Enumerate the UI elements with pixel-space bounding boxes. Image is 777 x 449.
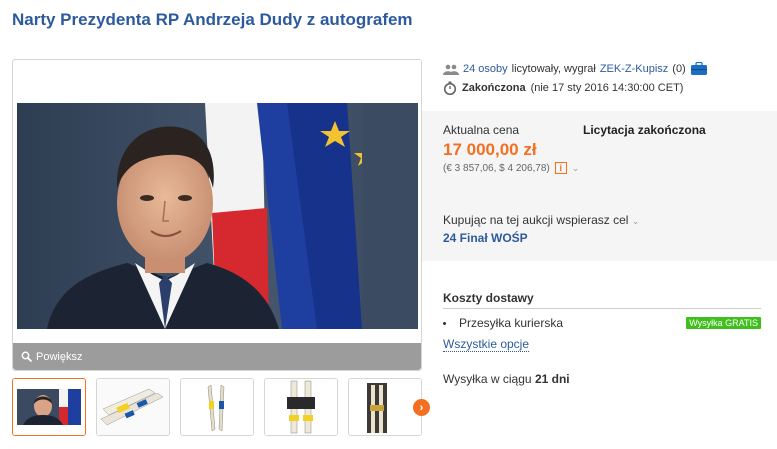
thumbnail-4[interactable] bbox=[264, 378, 338, 436]
shipping-option: Przesyłka kurierska Wysyłka GRATIS bbox=[443, 316, 761, 330]
bidders-info: 24 osoby licytowały, wygrał ZEK-Z-Kupisz… bbox=[443, 62, 708, 76]
thumbnail-ski-bindings-image bbox=[265, 379, 337, 435]
charity-cause-link[interactable]: 24 Finał WOŚP bbox=[443, 231, 528, 245]
charity-text: Kupując na tej aukcji wspierasz cel ⌄ bbox=[443, 213, 639, 227]
winner-link[interactable]: ZEK-Z-Kupisz bbox=[600, 63, 668, 75]
chevron-down-icon[interactable]: ⌄ bbox=[632, 216, 640, 226]
thumbnail-3[interactable] bbox=[180, 378, 254, 436]
image-gallery: Powiększ bbox=[12, 59, 422, 371]
thumbnail-ski-tips-image bbox=[97, 379, 169, 435]
all-shipping-options-link[interactable]: Wszystkie opcje bbox=[443, 337, 530, 352]
people-icon bbox=[443, 64, 459, 75]
winner-rating: (0) bbox=[672, 63, 686, 75]
dispatch-days: 21 dni bbox=[534, 372, 570, 386]
main-photo[interactable] bbox=[17, 103, 418, 329]
thumbnail-2[interactable] bbox=[96, 378, 170, 436]
dispatch-prefix: Wysyłka w ciągu bbox=[443, 372, 532, 386]
price-label: Aktualna cena bbox=[443, 123, 520, 137]
zoom-label: Powiększ bbox=[36, 350, 83, 363]
auction-end-date: (nie 17 sty 2016 14:30:00 CET) bbox=[530, 82, 684, 94]
shipping-method: Przesyłka kurierska bbox=[459, 316, 564, 330]
chevron-right-icon: › bbox=[419, 401, 424, 414]
shipping-heading: Koszty dostawy bbox=[443, 291, 761, 309]
auction-status: Zakończona bbox=[462, 82, 526, 94]
zoom-button[interactable]: Powiększ bbox=[13, 343, 421, 370]
thumbnail-1[interactable] bbox=[12, 378, 86, 436]
currency-conversion: (€ 3 857,06, $ 4 206,78) i ⌄ bbox=[443, 162, 579, 174]
page-title: Narty Prezydenta RP Andrzeja Dudy z auto… bbox=[12, 10, 413, 29]
auction-ended-label: Licytacja zakończona bbox=[583, 123, 706, 137]
auction-end-info: Zakończona (nie 17 sty 2016 14:30:00 CET… bbox=[443, 81, 683, 95]
stopwatch-icon bbox=[443, 81, 457, 95]
thumbnail-strip: › bbox=[12, 378, 430, 436]
current-price: 17 000,00 zł bbox=[443, 140, 537, 159]
next-thumbnails-button[interactable]: › bbox=[413, 399, 430, 416]
charity-panel: Kupując na tej aukcji wspierasz cel ⌄ 24… bbox=[422, 196, 777, 261]
bidders-count-link[interactable]: 24 osoby bbox=[463, 63, 508, 75]
free-shipping-badge: Wysyłka GRATIS bbox=[686, 317, 761, 329]
magnifier-icon bbox=[21, 351, 32, 362]
thumbnail-5[interactable] bbox=[348, 378, 422, 436]
bullet-icon bbox=[443, 321, 446, 325]
info-icon[interactable]: i bbox=[554, 162, 567, 174]
dispatch-time: Wysyłka w ciągu 21 dni bbox=[443, 372, 570, 386]
bidders-text: licytowały, wygrał bbox=[511, 63, 596, 75]
main-photo-image bbox=[17, 103, 418, 329]
fx-values: (€ 3 857,06, $ 4 206,78) bbox=[443, 162, 550, 174]
chevron-down-icon[interactable]: ⌄ bbox=[572, 163, 580, 174]
thumbnail-ski-pair-image bbox=[181, 379, 253, 435]
thumbnail-portrait-image bbox=[13, 379, 85, 435]
briefcase-icon[interactable] bbox=[690, 62, 708, 76]
thumbnail-skis-standing-image bbox=[349, 379, 421, 435]
charity-text-label: Kupując na tej aukcji wspierasz cel bbox=[443, 213, 629, 227]
